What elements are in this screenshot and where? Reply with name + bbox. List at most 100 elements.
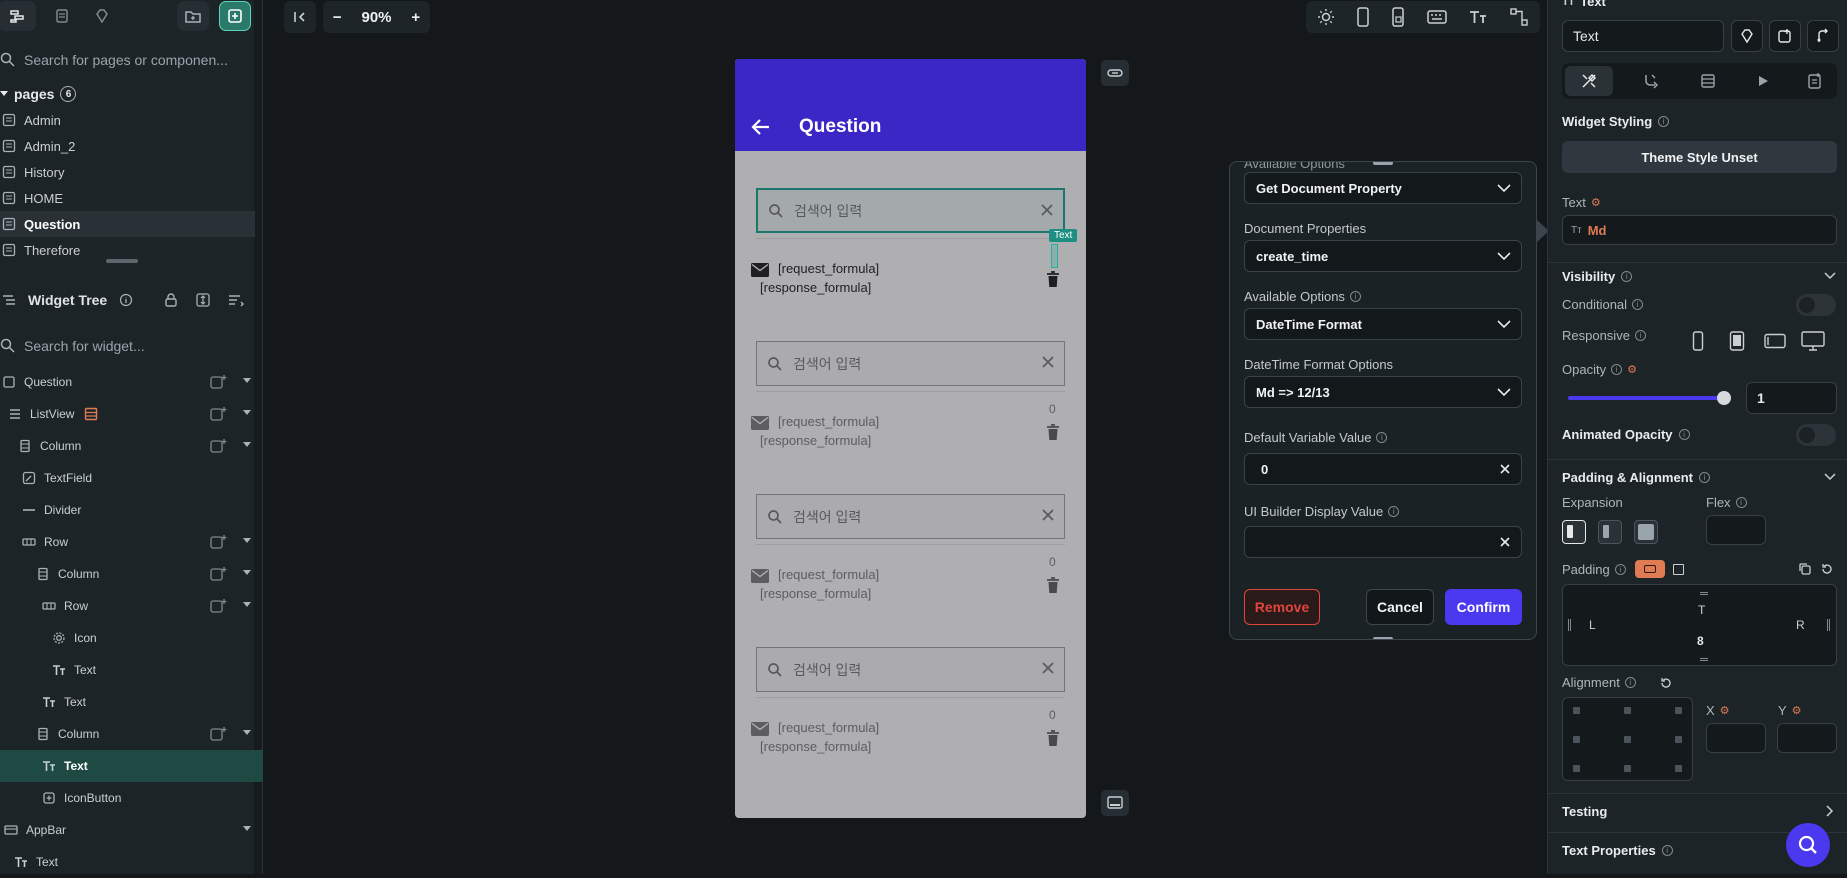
tree-item-divider[interactable]: Divider bbox=[0, 494, 263, 526]
tree-item-appbar[interactable]: AppBar bbox=[0, 814, 263, 846]
variable-icon[interactable]: ⚙ bbox=[1627, 363, 1637, 376]
opacity-input[interactable]: 1 bbox=[1746, 382, 1837, 414]
clear-icon[interactable] bbox=[1499, 536, 1511, 548]
tab-actions[interactable] bbox=[1632, 66, 1672, 96]
datetime-format-select[interactable]: Md => 12/13 bbox=[1244, 376, 1522, 408]
tree-item-column[interactable]: Column bbox=[0, 558, 263, 590]
tree-item-column[interactable]: Column bbox=[0, 718, 263, 750]
desktop-icon[interactable] bbox=[1801, 331, 1825, 351]
tree-item-text[interactable]: Text bbox=[0, 686, 263, 718]
cancel-button[interactable]: Cancel bbox=[1366, 589, 1434, 625]
collapse-panel-button[interactable] bbox=[284, 1, 316, 33]
reset-icon[interactable] bbox=[1659, 676, 1673, 690]
confirm-button[interactable]: Confirm bbox=[1445, 589, 1522, 625]
conditional-toggle[interactable] bbox=[1796, 294, 1836, 316]
convert-component-button[interactable] bbox=[1769, 20, 1801, 52]
alignment-dot[interactable] bbox=[1624, 765, 1631, 772]
popup-top-handle[interactable] bbox=[1373, 162, 1393, 165]
expansion-flexible-button[interactable] bbox=[1598, 520, 1622, 544]
caret-down-icon[interactable] bbox=[243, 538, 251, 544]
chevron-down-icon[interactable] bbox=[1824, 272, 1836, 280]
variable-icon[interactable]: ⚙ bbox=[1792, 704, 1802, 717]
expansion-expanded-button[interactable] bbox=[1634, 520, 1658, 544]
tab-backend[interactable] bbox=[1688, 66, 1728, 96]
align-y-input[interactable] bbox=[1777, 723, 1837, 753]
remove-button[interactable]: Remove bbox=[1244, 589, 1320, 625]
flex-input[interactable] bbox=[1706, 515, 1766, 545]
default-value-input[interactable]: 0 bbox=[1244, 453, 1522, 485]
tree-item-icon[interactable]: Icon bbox=[0, 622, 263, 654]
display-value-input[interactable] bbox=[1244, 526, 1522, 558]
tree-item-row[interactable]: Row bbox=[0, 590, 263, 622]
tree-item-text[interactable]: Text bbox=[0, 654, 263, 686]
page-item-history[interactable]: History bbox=[0, 159, 255, 185]
filter-list-icon[interactable] bbox=[227, 292, 245, 308]
padding-uniform-toggle[interactable] bbox=[1635, 560, 1665, 578]
tree-item-textfield[interactable]: TextField bbox=[0, 462, 263, 494]
selected-widget-outline[interactable] bbox=[1051, 244, 1058, 268]
copy-icon[interactable] bbox=[1798, 562, 1812, 576]
add-child-icon[interactable] bbox=[210, 374, 228, 390]
tree-item-column[interactable]: Column bbox=[0, 430, 263, 462]
tree-item-iconbutton[interactable]: IconButton bbox=[0, 782, 263, 814]
tree-item-listview[interactable]: ListView bbox=[0, 398, 263, 430]
chevron-right-icon[interactable] bbox=[1826, 805, 1834, 817]
tree-item-text[interactable]: Text bbox=[0, 750, 263, 782]
alignment-dot[interactable] bbox=[1573, 765, 1580, 772]
alignment-grid[interactable] bbox=[1562, 697, 1693, 781]
add-child-icon[interactable] bbox=[210, 406, 228, 422]
alignment-dot[interactable] bbox=[1624, 707, 1631, 714]
lock-icon[interactable] bbox=[163, 292, 179, 308]
alignment-dot[interactable] bbox=[1675, 707, 1682, 714]
back-arrow-icon[interactable] bbox=[751, 118, 771, 136]
pages-section-header[interactable]: pages 6 bbox=[0, 84, 77, 104]
testing-header[interactable]: Testing bbox=[1562, 804, 1607, 819]
alignment-dot[interactable] bbox=[1675, 765, 1682, 772]
phone-icon[interactable] bbox=[1692, 331, 1704, 351]
add-child-icon[interactable] bbox=[210, 438, 228, 454]
caret-down-icon[interactable] bbox=[243, 730, 251, 736]
text-size-icon[interactable] bbox=[1468, 9, 1488, 25]
tab-animation[interactable] bbox=[1743, 66, 1783, 96]
caret-down-icon[interactable] bbox=[243, 826, 251, 832]
page-item-admin[interactable]: Admin bbox=[0, 107, 255, 133]
alignment-dot[interactable] bbox=[1573, 707, 1580, 714]
tablet-landscape-icon[interactable] bbox=[1764, 333, 1786, 349]
tree-item-row[interactable]: Row bbox=[0, 526, 263, 558]
text-properties-header[interactable]: Text Properties i bbox=[1562, 843, 1673, 858]
page-item-home[interactable]: HOME bbox=[0, 185, 255, 211]
phone-icon[interactable] bbox=[1356, 7, 1370, 27]
theme-widget-button[interactable] bbox=[1731, 20, 1763, 52]
alignment-dot[interactable] bbox=[1573, 736, 1580, 743]
alignment-dot[interactable] bbox=[1675, 736, 1682, 743]
caret-down-icon[interactable] bbox=[243, 378, 251, 384]
nav-theme-button[interactable] bbox=[86, 1, 118, 31]
help-search-button[interactable] bbox=[1786, 823, 1830, 867]
caret-down-icon[interactable] bbox=[243, 410, 251, 416]
caret-down-icon[interactable] bbox=[243, 602, 251, 608]
source-select[interactable]: Get Document Property bbox=[1244, 172, 1522, 204]
opacity-slider-track[interactable] bbox=[1568, 391, 1731, 405]
text-value-field[interactable]: Tт Md bbox=[1562, 215, 1837, 245]
alignment-dot[interactable] bbox=[1624, 736, 1631, 743]
zoom-out-button[interactable]: − bbox=[333, 9, 342, 26]
visibility-header[interactable]: Visibility i bbox=[1562, 269, 1633, 284]
theme-style-button[interactable]: Theme Style Unset bbox=[1562, 141, 1837, 173]
padding-individual-toggle[interactable] bbox=[1673, 564, 1684, 575]
align-x-input[interactable] bbox=[1706, 723, 1766, 753]
sun-icon[interactable] bbox=[1317, 8, 1335, 26]
page-item-admin_2[interactable]: Admin_2 bbox=[0, 133, 255, 159]
expansion-tight-button[interactable] bbox=[1562, 520, 1586, 544]
variable-icon[interactable]: ⚙ bbox=[1591, 196, 1601, 209]
wrap-widget-button[interactable] bbox=[1807, 20, 1839, 52]
keyboard-icon[interactable] bbox=[1426, 9, 1447, 25]
add-child-icon[interactable] bbox=[210, 598, 228, 614]
widget-name-input[interactable]: Text bbox=[1562, 20, 1724, 52]
available-options-select[interactable]: DateTime Format bbox=[1244, 308, 1522, 340]
tree-item-question[interactable]: Question bbox=[0, 366, 263, 398]
add-child-icon[interactable] bbox=[210, 534, 228, 550]
tab-docs[interactable] bbox=[1795, 66, 1835, 96]
padding-editor[interactable]: T L R 8 bbox=[1562, 584, 1837, 666]
caret-down-icon[interactable] bbox=[243, 570, 251, 576]
chevron-down-icon[interactable] bbox=[1824, 473, 1836, 481]
